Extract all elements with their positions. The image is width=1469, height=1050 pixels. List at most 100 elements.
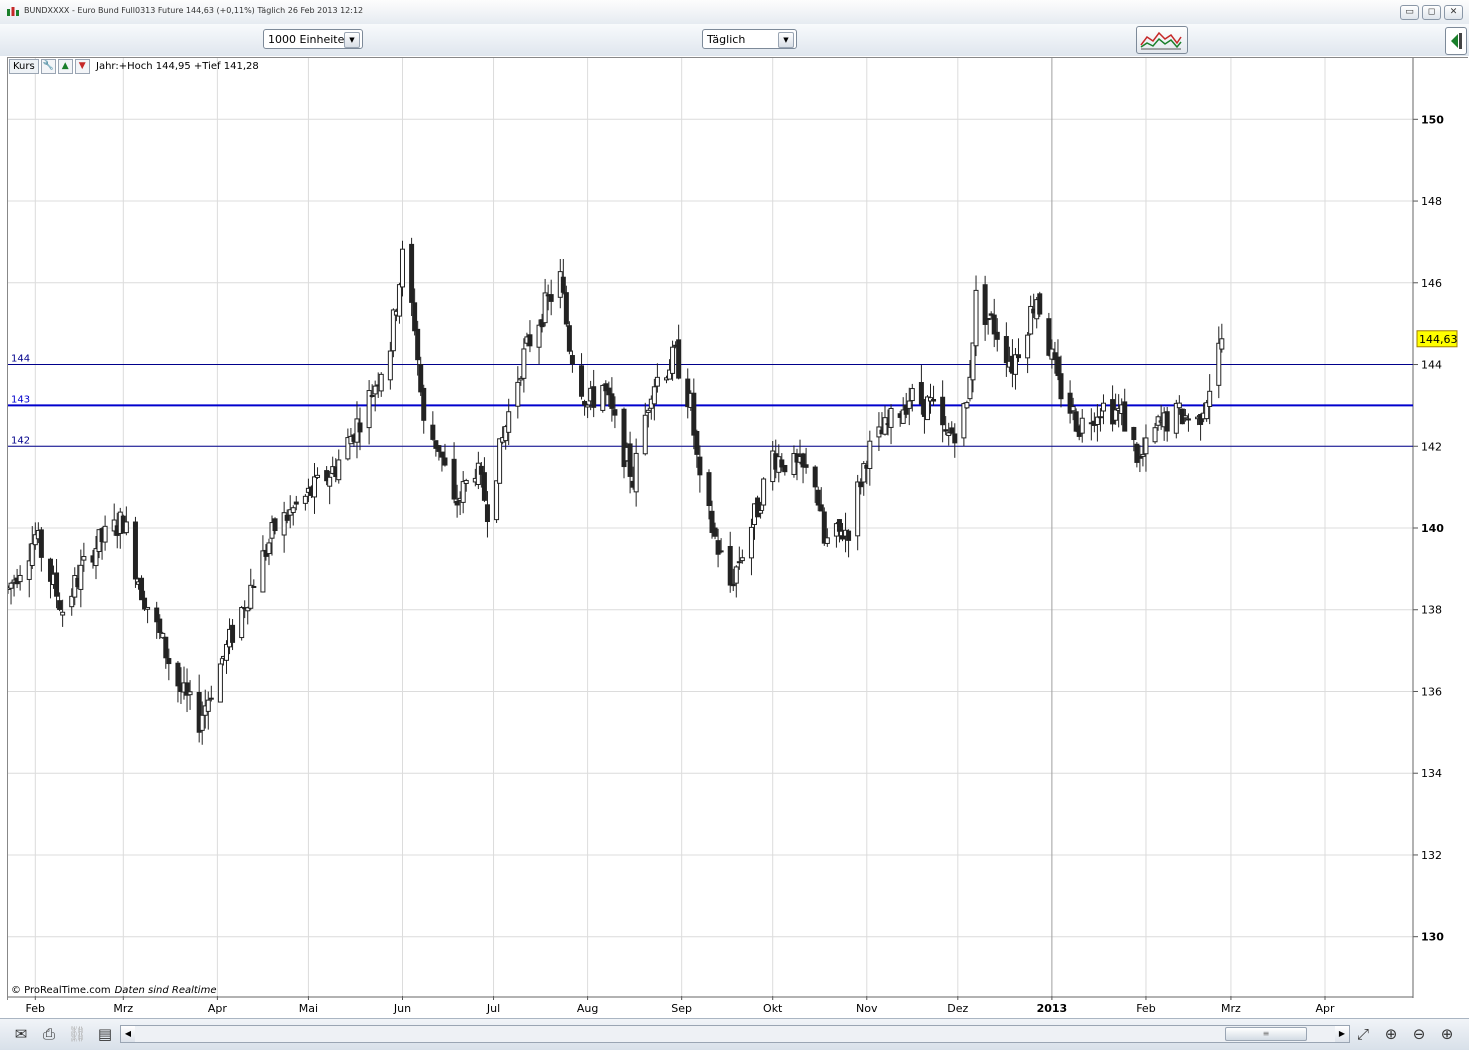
- year-range-text: Jahr:+Hoch 144,95 +Tief 141,28: [96, 61, 259, 72]
- mail-icon[interactable]: ✉: [10, 1024, 32, 1044]
- candle-up: [387, 350, 393, 381]
- candle-up: [733, 566, 739, 584]
- candle-up: [460, 481, 466, 503]
- candle-down: [415, 328, 421, 361]
- candle-down: [836, 519, 842, 532]
- candle-down: [727, 545, 733, 586]
- candle-up: [217, 663, 223, 703]
- x-tick-label: Feb: [1136, 1002, 1156, 1015]
- candle-down: [985, 318, 991, 321]
- candle-up: [327, 476, 333, 487]
- scroll-thumb[interactable]: ≡: [1225, 1027, 1307, 1041]
- zoom-out-icon[interactable]: ⊖: [1408, 1024, 1430, 1044]
- window-title: BUNDXXXX - Euro Bund Full0313 Future 144…: [24, 6, 364, 15]
- candle-up: [266, 542, 272, 555]
- arrow-down-icon[interactable]: ▼: [74, 59, 90, 74]
- y-tick-label: 144: [1421, 359, 1442, 372]
- panel-label: Kurs: [9, 59, 39, 74]
- y-tick-label: 142: [1421, 440, 1442, 453]
- chart-style-button[interactable]: [1136, 26, 1188, 54]
- candle-up: [1094, 416, 1100, 426]
- x-tick-label: Jul: [486, 1002, 501, 1015]
- candle-down: [591, 386, 597, 408]
- candle-down: [412, 302, 418, 332]
- candle-up: [248, 584, 254, 609]
- candle-up: [967, 376, 973, 400]
- print-icon[interactable]: ⎙: [38, 1024, 60, 1044]
- scroll-left-icon[interactable]: ◀: [121, 1026, 135, 1042]
- candle-down: [609, 393, 615, 409]
- candle-up: [1152, 427, 1158, 443]
- units-select[interactable]: 1000 Einheiten ▼: [263, 29, 363, 49]
- scroll-right-icon[interactable]: ▶: [1335, 1026, 1349, 1042]
- minimize-button[interactable]: ▭: [1400, 5, 1419, 20]
- copyright-text: © ProRealTime.com: [11, 985, 111, 996]
- candle-up: [961, 403, 967, 439]
- candle-down: [563, 292, 569, 325]
- price-chart[interactable]: 130 132 134 136 138 140 142 144 146 148 150 144 143 1…: [8, 58, 1468, 1000]
- candle-down: [582, 401, 588, 406]
- chevron-down-icon[interactable]: ▼: [778, 32, 794, 48]
- units-select-value: 1000 Einheiten: [268, 33, 352, 46]
- candle-up: [882, 417, 888, 435]
- unlink-icon[interactable]: ⛓: [66, 1024, 88, 1044]
- candle-up: [336, 459, 342, 481]
- candle-down: [697, 456, 703, 476]
- candle-up: [123, 521, 129, 534]
- candle-down: [484, 504, 490, 523]
- fit-chart-icon[interactable]: ⤢: [1352, 1024, 1374, 1044]
- candle-down: [1016, 354, 1022, 359]
- zoom-region-icon[interactable]: ⊕: [1380, 1024, 1402, 1044]
- candle-down: [949, 427, 955, 434]
- candle-down: [691, 392, 697, 436]
- candle-down: [612, 409, 618, 416]
- candle-down: [436, 445, 442, 452]
- panel-header: Kurs 🔧 ▲ ▼: [9, 59, 90, 74]
- candle-up: [187, 691, 193, 696]
- candle-down: [730, 583, 736, 587]
- candle-up: [1207, 390, 1213, 408]
- realtime-note: Daten sind Realtime: [114, 985, 217, 996]
- candle-down: [569, 355, 575, 365]
- candle-up: [758, 510, 764, 514]
- arrow-up-icon[interactable]: ▲: [57, 59, 73, 74]
- x-tick-label: Apr: [207, 1002, 227, 1015]
- candle-down: [439, 451, 445, 458]
- x-tick-label: Feb: [25, 1002, 46, 1015]
- candle-up: [81, 556, 87, 561]
- y-tick-label: 148: [1421, 195, 1442, 208]
- candle-down: [54, 572, 60, 597]
- period-select[interactable]: Täglich ▼: [702, 29, 797, 49]
- candle-down: [208, 697, 214, 700]
- candle-up: [888, 407, 894, 428]
- candle-up: [369, 395, 375, 398]
- candle-down: [712, 527, 718, 537]
- side-panel-button[interactable]: [1445, 27, 1467, 55]
- candle-up: [515, 381, 521, 407]
- maximize-button[interactable]: ◻: [1422, 5, 1441, 20]
- candle-up: [145, 606, 151, 610]
- candle-down: [293, 501, 299, 505]
- horizontal-scrollbar[interactable]: ◀ ≡ ▶: [120, 1025, 1350, 1043]
- chevron-down-icon[interactable]: ▼: [344, 32, 360, 48]
- candle-up: [585, 404, 591, 408]
- candle-down: [1055, 356, 1061, 377]
- chart-area[interactable]: 130 132 134 136 138 140 142 144 146 148 150 144 143 1…: [7, 57, 1468, 1000]
- candle-down: [627, 443, 633, 477]
- candle-down: [409, 243, 415, 303]
- candle-down: [755, 497, 761, 518]
- candle-down: [251, 585, 257, 588]
- candle-up: [78, 564, 84, 590]
- close-button[interactable]: ✕: [1444, 5, 1463, 20]
- zoom-in-icon[interactable]: ⊕: [1436, 1024, 1458, 1044]
- candle-up: [633, 452, 639, 493]
- clipboard-icon[interactable]: ▤: [94, 1024, 116, 1044]
- candle-up: [718, 550, 724, 553]
- wrench-icon[interactable]: 🔧: [40, 59, 56, 74]
- candle-down: [548, 294, 554, 302]
- candle-down: [1058, 373, 1064, 400]
- y-tick-label: 134: [1421, 767, 1442, 780]
- copyright-note: © ProRealTime.com Daten sind Realtime: [11, 985, 216, 996]
- bottom-toolbar: ✉ ⎙ ⛓ ▤ ◀ ≡ ▶ ⤢ ⊕ ⊖ ⊕: [0, 1018, 1469, 1050]
- candle-up: [970, 342, 976, 381]
